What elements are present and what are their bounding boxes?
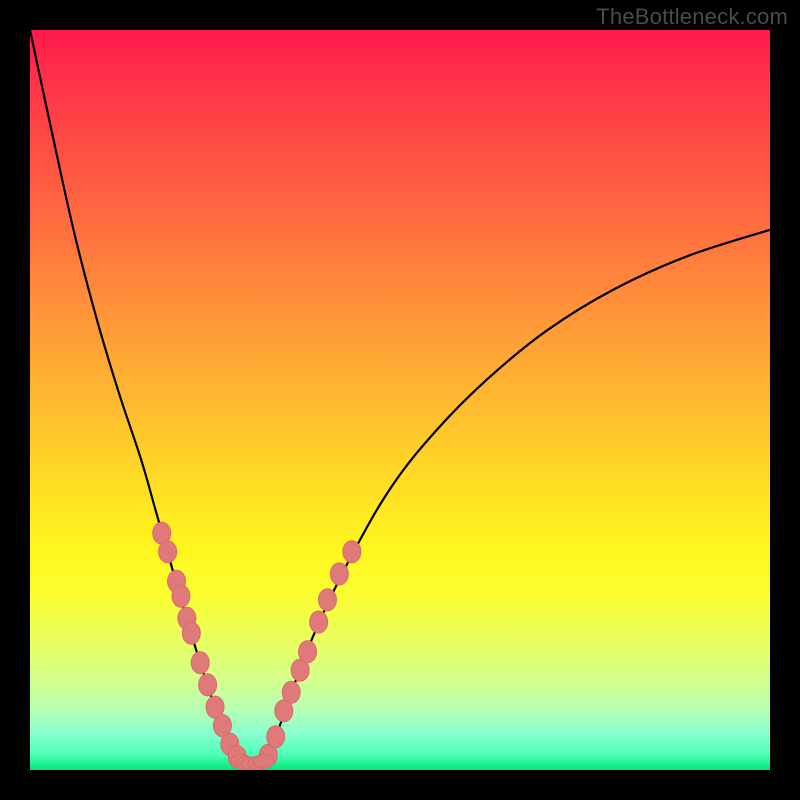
- data-marker: [310, 611, 328, 633]
- right-curve-markers: [259, 541, 361, 767]
- bottom-cluster-markers: [231, 754, 274, 770]
- data-marker: [254, 754, 274, 768]
- data-marker: [172, 585, 190, 607]
- left-curve-markers: [153, 522, 246, 767]
- right-curve: [259, 230, 770, 770]
- data-marker: [159, 541, 177, 563]
- data-marker: [330, 563, 348, 585]
- data-marker: [191, 652, 209, 674]
- data-marker: [267, 726, 285, 748]
- data-marker: [299, 641, 317, 663]
- left-curve: [30, 30, 245, 770]
- plot-area: [30, 30, 770, 770]
- outer-frame: TheBottleneck.com: [0, 0, 800, 800]
- data-marker: [282, 681, 300, 703]
- chart-svg: [30, 30, 770, 770]
- data-marker: [182, 622, 200, 644]
- data-marker: [318, 589, 336, 611]
- data-marker: [343, 541, 361, 563]
- watermark-label: TheBottleneck.com: [596, 4, 788, 30]
- data-marker: [199, 674, 217, 696]
